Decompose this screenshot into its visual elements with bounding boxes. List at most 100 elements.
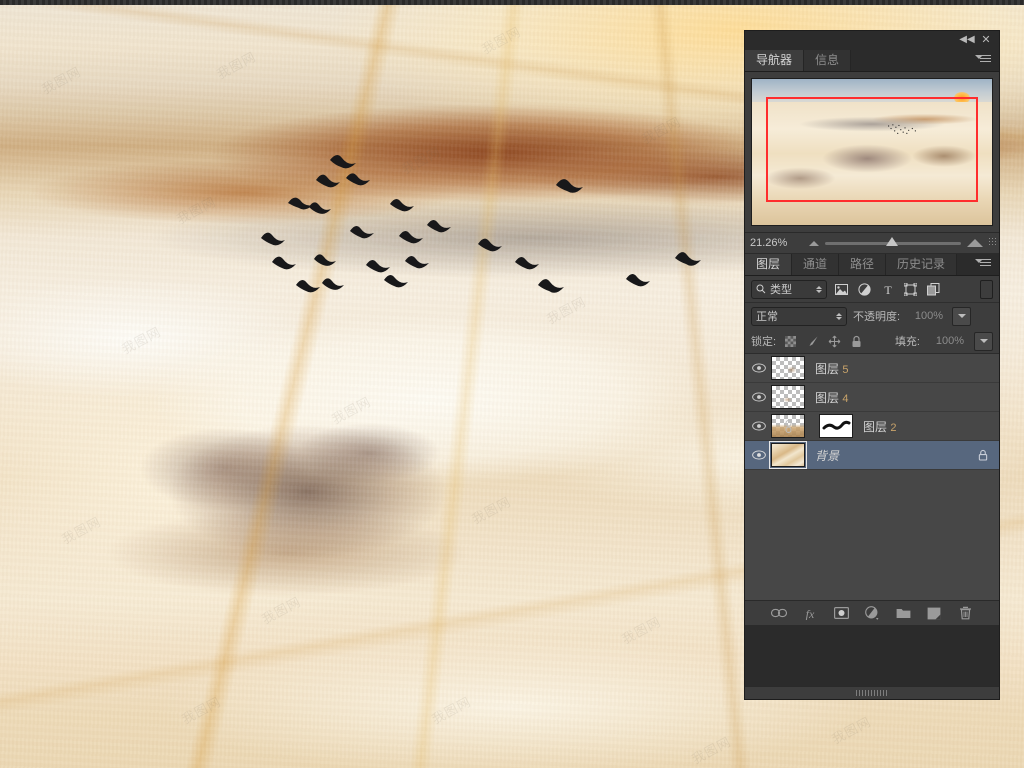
layer-name-text: 图层 — [815, 361, 840, 376]
blend-mode-select[interactable]: 正常 — [751, 306, 847, 326]
blend-mode-value: 正常 — [756, 311, 778, 323]
layer-thumbnail[interactable] — [769, 441, 807, 469]
lock-all-icon[interactable] — [849, 334, 864, 349]
layer-list[interactable]: 图层 5 图层 4 图层 2 背景 — [745, 354, 999, 600]
opacity-label: 不透明度: — [853, 311, 901, 323]
layer-thumbnail-content — [772, 444, 804, 466]
link-layers-button[interactable] — [770, 604, 788, 622]
blend-mode-row: 正常 不透明度: 100% — [745, 303, 999, 329]
layers-bottom-toolbar: fx — [745, 600, 999, 625]
layers-tabbar: 图层 通道 路径 历史记录 — [745, 253, 999, 276]
tab-channels[interactable]: 通道 — [792, 254, 840, 275]
layer-name[interactable]: 图层 2 — [863, 418, 999, 435]
zoom-slider-handle[interactable] — [886, 236, 899, 246]
layer-thumbnail[interactable] — [771, 356, 805, 380]
new-adjustment-layer-button[interactable] — [863, 604, 881, 622]
filter-type-icon[interactable]: T — [879, 281, 896, 298]
tab-history[interactable]: 历史记录 — [886, 254, 958, 275]
navigator-resize-grip[interactable] — [988, 237, 996, 245]
watermark-text: 我图网 — [829, 714, 875, 748]
zoom-out-icon[interactable] — [809, 240, 819, 246]
layer-locked-icon — [977, 448, 989, 462]
layer-mask-thumbnail[interactable] — [819, 414, 853, 438]
watermark-text: 我图网 — [469, 494, 515, 528]
watermark-text: 我图网 — [39, 64, 85, 98]
lock-pixels-icon[interactable] — [805, 334, 820, 349]
watermark-text: 我图网 — [179, 694, 225, 728]
zoom-slider-track[interactable] — [825, 236, 961, 246]
table-row[interactable]: 图层 4 — [745, 383, 999, 412]
delete-layer-button[interactable] — [956, 604, 974, 622]
layer-visibility-icon[interactable] — [747, 412, 771, 440]
opacity-input[interactable]: 100% — [906, 308, 946, 325]
zoom-slider[interactable] — [805, 236, 999, 247]
collapse-dock-icon[interactable]: ◀◀ — [959, 33, 975, 47]
watermark-text: 我图网 — [619, 614, 665, 648]
filter-adjustment-icon[interactable] — [856, 281, 873, 298]
watermark-text: 我图网 — [329, 394, 375, 428]
watermark-text: 我图网 — [544, 294, 590, 328]
navigator-footer: 21.26% — [745, 232, 999, 253]
layer-name[interactable]: 图层 5 — [815, 360, 999, 377]
lock-position-icon[interactable] — [827, 334, 842, 349]
svg-text:T: T — [884, 283, 892, 296]
resize-grip-bars — [856, 690, 888, 696]
layer-thumbnail-content — [772, 386, 804, 408]
layer-thumbnail[interactable] — [771, 385, 805, 409]
filter-smartobject-icon[interactable] — [925, 281, 942, 298]
table-row[interactable]: 背景 — [745, 441, 999, 470]
svg-text:fx: fx — [806, 607, 815, 620]
opacity-dropdown-icon[interactable] — [952, 306, 972, 326]
table-row[interactable]: 图层 5 — [745, 354, 999, 383]
chevron-updown-icon[interactable] — [836, 312, 842, 320]
layer-visibility-icon[interactable] — [747, 354, 771, 382]
filter-kind-select[interactable]: 类型 — [751, 279, 827, 299]
watermark-text: 我图网 — [429, 694, 475, 728]
navigator-preview-wrap — [745, 72, 999, 226]
navigator-view-box[interactable] — [766, 96, 978, 202]
mask-link-icon[interactable] — [783, 419, 794, 433]
navigator-thumbnail[interactable] — [751, 78, 993, 226]
layer-name[interactable]: 背景 — [815, 447, 977, 464]
zoom-in-icon[interactable] — [967, 239, 983, 247]
tab-navigator[interactable]: 导航器 — [745, 50, 805, 71]
layer-style-button[interactable]: fx — [801, 604, 819, 622]
chevron-updown-icon[interactable] — [816, 285, 822, 293]
filter-shape-icon[interactable] — [902, 281, 919, 298]
dock-resize-handle[interactable] — [745, 686, 999, 699]
lock-transparency-icon[interactable] — [783, 334, 798, 349]
tab-info[interactable]: 信息 — [804, 50, 852, 71]
watermark-text: 我图网 — [119, 324, 165, 358]
watermark-text: 我图网 — [479, 24, 525, 58]
mask-stroke — [822, 420, 851, 430]
fill-input[interactable]: 100% — [927, 333, 967, 350]
new-layer-button[interactable] — [925, 604, 943, 622]
watermark-text: 我图网 — [399, 144, 445, 178]
navigator-menu-icon[interactable] — [975, 53, 993, 66]
zoom-level-input[interactable]: 21.26% — [745, 233, 805, 253]
layer-name-number: 2 — [890, 421, 897, 434]
close-dock-icon[interactable]: ✕ — [978, 33, 994, 47]
layer-filter-row: 类型 T — [745, 276, 999, 303]
layer-visibility-icon[interactable] — [747, 383, 771, 411]
filter-pixel-icon[interactable] — [833, 281, 850, 298]
layer-thumbnail-content — [772, 357, 804, 379]
layer-visibility-icon[interactable] — [747, 441, 771, 469]
watermark-text: 我图网 — [59, 514, 105, 548]
watermark-text: 我图网 — [259, 594, 305, 628]
panel-dock: ◀◀ ✕ 导航器 信息 21.26% 图层 通道 路径 历史记录 类型 T 正常… — [744, 30, 1000, 700]
layer-name[interactable]: 图层 4 — [815, 389, 999, 406]
tab-paths[interactable]: 路径 — [839, 254, 887, 275]
layers-menu-icon[interactable] — [975, 257, 993, 270]
fill-dropdown-icon[interactable] — [974, 331, 993, 351]
filter-kind-label: 类型 — [770, 284, 792, 296]
filter-enable-toggle[interactable] — [980, 279, 993, 299]
new-group-button[interactable] — [894, 604, 912, 622]
layer-name-text: 背景 — [815, 448, 840, 463]
add-mask-button[interactable] — [832, 604, 850, 622]
watermark-text: 我图网 — [689, 734, 735, 768]
canvas-top-strip — [0, 0, 1024, 5]
tab-layers[interactable]: 图层 — [745, 254, 793, 275]
navigator-panel: 导航器 信息 21.26% — [745, 49, 999, 253]
table-row[interactable]: 图层 2 — [745, 412, 999, 441]
